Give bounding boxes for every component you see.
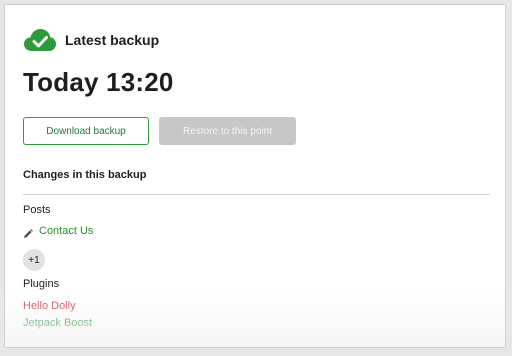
divider xyxy=(23,194,490,195)
backup-timestamp: Today 13:20 xyxy=(23,67,174,97)
plugin-item-hello-dolly: Hello Dolly xyxy=(23,300,76,312)
post-link-contact-us[interactable]: Contact Us xyxy=(39,225,93,237)
more-posts-badge[interactable]: +1 xyxy=(23,249,45,271)
backup-card: Latest backup Today 13:20 Download backu… xyxy=(4,4,506,348)
download-backup-button[interactable]: Download backup xyxy=(23,117,149,145)
posts-label: Posts xyxy=(23,204,51,216)
card-header: Latest backup xyxy=(23,27,159,53)
header-title: Latest backup xyxy=(65,32,160,48)
plugin-item-jetpack-boost: Jetpack Boost xyxy=(23,317,93,329)
pencil-icon xyxy=(23,226,33,238)
post-item[interactable]: Contact Us xyxy=(23,225,93,238)
cloud-check-icon xyxy=(23,27,57,53)
restore-button[interactable]: Restore to this point xyxy=(159,117,296,145)
plugins-label: Plugins xyxy=(23,278,60,290)
changes-title: Changes in this backup xyxy=(23,169,147,181)
